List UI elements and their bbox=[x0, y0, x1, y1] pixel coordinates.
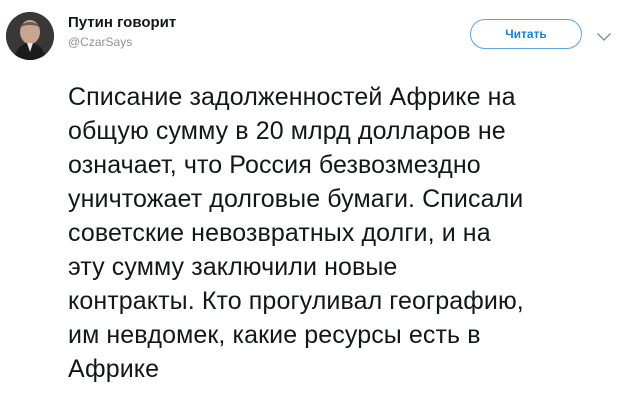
tweet-text-line: Африке bbox=[68, 355, 160, 383]
tweet-text-line: контракты. Кто прогуливал географию, bbox=[68, 287, 524, 315]
user-handle[interactable]: @CzarSays bbox=[68, 34, 176, 50]
tweet-text-line: советские невозвратных долги, и на bbox=[68, 219, 491, 247]
tweet-text-line: им невдомек, какие ресурсы есть в bbox=[68, 321, 481, 349]
tweet-text-line: означает, что Россия безвозмездно bbox=[68, 151, 481, 179]
follow-button[interactable]: Читать bbox=[470, 19, 582, 49]
tweet-text: Списание задолженностей Африке на общую … bbox=[68, 80, 616, 386]
author-info: Путин говорит @CzarSays bbox=[68, 14, 176, 50]
chevron-down-icon bbox=[597, 33, 611, 41]
avatar[interactable] bbox=[6, 12, 54, 60]
tweet-text-line: общую сумму в 20 млрд долларов не bbox=[68, 117, 506, 145]
display-name[interactable]: Путин говорит bbox=[68, 14, 176, 32]
tweet-menu-button[interactable] bbox=[597, 29, 611, 41]
tweet-text-line: эту сумму заключили новые bbox=[68, 253, 398, 281]
user-avatar-photo-icon bbox=[6, 12, 54, 60]
tweet-card: Путин говорит @CzarSays Читать Списание … bbox=[0, 0, 620, 400]
tweet-text-line: Списание задолженностей Африке на bbox=[68, 83, 516, 111]
tweet-text-line: уничтожает долговые бумаги. Списали bbox=[68, 185, 524, 213]
